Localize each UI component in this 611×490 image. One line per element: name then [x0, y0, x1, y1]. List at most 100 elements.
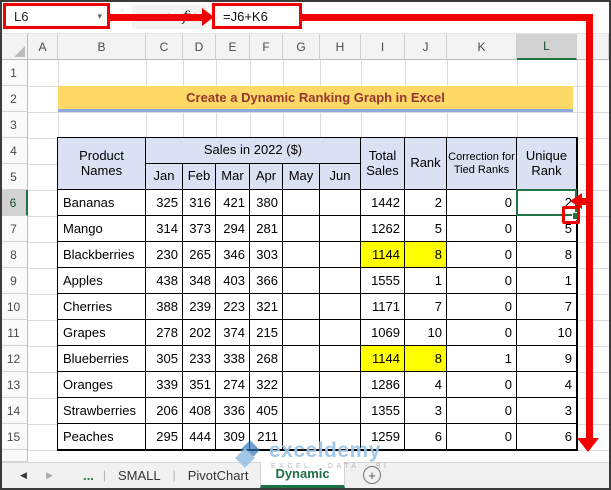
cell-month[interactable]: 405: [250, 398, 283, 424]
cell-month[interactable]: 303: [250, 242, 283, 268]
row-header-15[interactable]: 15: [0, 424, 28, 450]
column-header-c[interactable]: C: [146, 34, 183, 60]
table-header-sales-group[interactable]: Sales in 2022 ($): [146, 138, 361, 164]
cell-unique[interactable]: 8: [517, 242, 577, 268]
title-banner[interactable]: Create a Dynamic Ranking Graph in Excel: [58, 86, 573, 112]
cell-rank[interactable]: 6: [405, 424, 447, 450]
table-header-rank[interactable]: Rank: [405, 138, 447, 190]
cell-product[interactable]: Bananas: [58, 190, 146, 216]
cell-rank[interactable]: 8: [405, 242, 447, 268]
cell-month[interactable]: 346: [216, 242, 250, 268]
cell-month[interactable]: 348: [183, 268, 216, 294]
table-header-product[interactable]: Product Names: [58, 138, 146, 190]
cell-unique[interactable]: 4: [517, 372, 577, 398]
cell-rank[interactable]: 4: [405, 372, 447, 398]
cell-month[interactable]: [320, 398, 361, 424]
cell-total[interactable]: 1286: [361, 372, 405, 398]
cell-unique[interactable]: 3: [517, 398, 577, 424]
table-header-unique[interactable]: Unique Rank: [517, 138, 577, 190]
cell-month[interactable]: 408: [183, 398, 216, 424]
row-header-13[interactable]: 13: [0, 372, 28, 398]
cell-month[interactable]: [283, 242, 320, 268]
row-header-2[interactable]: 2: [0, 86, 28, 112]
cell-total[interactable]: 1171: [361, 294, 405, 320]
cell-month[interactable]: [283, 216, 320, 242]
cell-month[interactable]: 239: [183, 294, 216, 320]
row-header-12[interactable]: 12: [0, 346, 28, 372]
cell-month[interactable]: 339: [146, 372, 183, 398]
column-header-g[interactable]: G: [283, 34, 320, 60]
sheet-tab-small[interactable]: SMALL: [106, 462, 173, 488]
cell-month[interactable]: 316: [183, 190, 216, 216]
cell-correction[interactable]: 0: [447, 372, 517, 398]
row-header-11[interactable]: 11: [0, 320, 28, 346]
row-header-6[interactable]: 6: [0, 190, 28, 216]
sheet-nav-left-icon[interactable]: ◀: [20, 462, 27, 488]
cell-month[interactable]: 351: [183, 372, 216, 398]
table-header-month-apr[interactable]: Apr: [250, 164, 283, 190]
table-header-month-jun[interactable]: Jun: [320, 164, 361, 190]
cell-month[interactable]: [283, 268, 320, 294]
cell-month[interactable]: 294: [216, 216, 250, 242]
cell-month[interactable]: [283, 320, 320, 346]
cell-month[interactable]: 223: [216, 294, 250, 320]
cell-correction[interactable]: 0: [447, 320, 517, 346]
row-header-4[interactable]: 4: [0, 138, 28, 164]
column-header-k[interactable]: K: [447, 34, 517, 60]
cell-correction[interactable]: 0: [447, 216, 517, 242]
sheet-nav-right-icon[interactable]: ▶: [46, 462, 53, 488]
cell-product[interactable]: Blackberries: [58, 242, 146, 268]
cell-product[interactable]: Oranges: [58, 372, 146, 398]
cell-month[interactable]: 338: [216, 346, 250, 372]
column-header-h[interactable]: H: [320, 34, 361, 60]
cell-rank[interactable]: 8: [405, 346, 447, 372]
cell-month[interactable]: 305: [146, 346, 183, 372]
cell-month[interactable]: 403: [216, 268, 250, 294]
cell-month[interactable]: 444: [183, 424, 216, 450]
cell-month[interactable]: [320, 190, 361, 216]
cell-month[interactable]: [320, 242, 361, 268]
cell-month[interactable]: 421: [216, 190, 250, 216]
cell-month[interactable]: 265: [183, 242, 216, 268]
cell-month[interactable]: 295: [146, 424, 183, 450]
row-header-3[interactable]: 3: [0, 112, 28, 138]
cell-month[interactable]: 202: [183, 320, 216, 346]
column-header-a[interactable]: A: [28, 34, 58, 60]
cell-product[interactable]: Peaches: [58, 424, 146, 450]
cell-month[interactable]: 206: [146, 398, 183, 424]
row-header-9[interactable]: 9: [0, 268, 28, 294]
cell-month[interactable]: [320, 320, 361, 346]
cell-correction[interactable]: 0: [447, 268, 517, 294]
cell-month[interactable]: 281: [250, 216, 283, 242]
cell-month[interactable]: [320, 216, 361, 242]
column-header-e[interactable]: E: [216, 34, 250, 60]
row-header-5[interactable]: 5: [0, 164, 28, 190]
cell-month[interactable]: 278: [146, 320, 183, 346]
column-header-l[interactable]: L: [517, 34, 577, 60]
row-header-7[interactable]: 7: [0, 216, 28, 242]
cell-month[interactable]: 314: [146, 216, 183, 242]
row-header-8[interactable]: 8: [0, 242, 28, 268]
cell-rank[interactable]: 10: [405, 320, 447, 346]
table-header-total[interactable]: Total Sales: [361, 138, 405, 190]
cell-month[interactable]: 325: [146, 190, 183, 216]
cell-month[interactable]: 268: [250, 346, 283, 372]
cell-unique[interactable]: 7: [517, 294, 577, 320]
chevron-down-icon[interactable]: ▾: [97, 11, 102, 22]
table-header-month-jan[interactable]: Jan: [146, 164, 183, 190]
cell-total[interactable]: 1144: [361, 346, 405, 372]
cell-correction[interactable]: 0: [447, 242, 517, 268]
cell-month[interactable]: [320, 294, 361, 320]
cell-month[interactable]: 388: [146, 294, 183, 320]
column-header-d[interactable]: D: [183, 34, 216, 60]
cell-product[interactable]: Mango: [58, 216, 146, 242]
cell-total[interactable]: 1069: [361, 320, 405, 346]
cell-month[interactable]: [320, 268, 361, 294]
cell-rank[interactable]: 3: [405, 398, 447, 424]
row-header-10[interactable]: 10: [0, 294, 28, 320]
column-header-b[interactable]: B: [58, 34, 146, 60]
select-all-corner[interactable]: [0, 34, 28, 60]
table-header-month-feb[interactable]: Feb: [183, 164, 216, 190]
table-header-month-mar[interactable]: Mar: [216, 164, 250, 190]
table-header-month-may[interactable]: May: [283, 164, 320, 190]
